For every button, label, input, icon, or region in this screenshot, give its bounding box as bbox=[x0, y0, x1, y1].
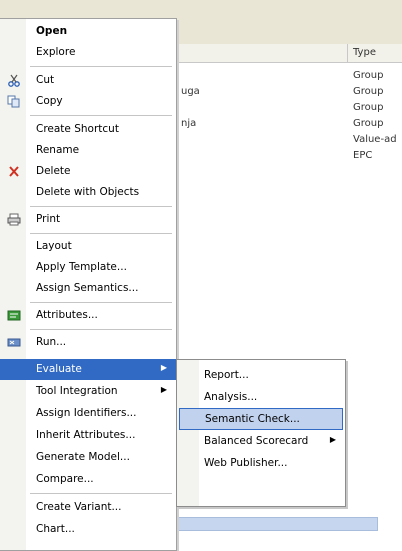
menu-item-rename[interactable]: Rename bbox=[0, 140, 176, 161]
menu-item-label: Inherit Attributes... bbox=[36, 429, 136, 441]
menu-item-evaluate[interactable]: Evaluate ▶ bbox=[0, 359, 176, 380]
menu-item-label: Rename bbox=[36, 144, 80, 156]
row-type: Group bbox=[353, 86, 384, 97]
menu-item-label: Apply Template... bbox=[36, 261, 127, 273]
list-row[interactable]: Value-ad bbox=[177, 134, 402, 148]
menu-item-assign-semantics[interactable]: Assign Semantics... bbox=[0, 278, 176, 299]
menu-item-label: Compare... bbox=[36, 473, 94, 485]
list-row[interactable]: Group bbox=[177, 102, 402, 116]
menu-separator bbox=[30, 66, 172, 67]
submenu-arrow-icon: ▶ bbox=[160, 385, 167, 394]
menu-item-label: Assign Semantics... bbox=[36, 282, 139, 294]
menu-item-copy[interactable]: Copy bbox=[0, 91, 176, 112]
menu-item-label: Assign Identifiers... bbox=[36, 407, 137, 419]
menu-item-run[interactable]: Run... bbox=[0, 332, 176, 353]
delete-x-icon bbox=[7, 165, 21, 178]
menu-item-open[interactable]: Open bbox=[0, 21, 176, 42]
menu-item-label: Create Shortcut bbox=[36, 123, 119, 135]
horizontal-scrollbar[interactable] bbox=[176, 517, 378, 531]
menu-item-label: Cut bbox=[36, 74, 55, 86]
row-type: Value-ad bbox=[353, 134, 397, 145]
printer-icon bbox=[7, 213, 21, 226]
menu-item-label: Delete with Objects bbox=[36, 186, 140, 198]
submenu-item-semantic-check[interactable]: Semantic Check... bbox=[179, 408, 343, 430]
menu-item-apply-template[interactable]: Apply Template... bbox=[0, 257, 176, 278]
row-name: uga bbox=[181, 86, 200, 97]
row-type: EPC bbox=[353, 150, 373, 161]
row-type: Group bbox=[353, 102, 384, 113]
submenu-arrow-icon: ▶ bbox=[160, 363, 167, 372]
submenu-arrow-icon: ▶ bbox=[329, 435, 336, 444]
menu-item-label: Attributes... bbox=[36, 309, 98, 321]
list-row[interactable]: uga Group bbox=[177, 86, 402, 100]
menu-item-delete-with-objects[interactable]: Delete with Objects bbox=[0, 182, 176, 203]
menu-item-inherit-attributes[interactable]: Inherit Attributes... bbox=[0, 425, 176, 446]
menu-item-label: Evaluate bbox=[36, 363, 82, 375]
submenu-item-analysis[interactable]: Analysis... bbox=[177, 386, 345, 408]
menu-separator bbox=[30, 233, 172, 234]
menu-item-label: Delete bbox=[36, 165, 71, 177]
context-menu: Open Explore Cut Copy Create Shortcut Re… bbox=[0, 18, 177, 551]
type-column-header[interactable]: Type bbox=[353, 47, 376, 58]
menu-item-label: Print bbox=[36, 213, 61, 225]
submenu-item-web-publisher[interactable]: Web Publisher... bbox=[177, 452, 345, 474]
menu-item-label: Tool Integration bbox=[36, 385, 118, 397]
submenu-item-label: Balanced Scorecard bbox=[204, 435, 309, 447]
menu-item-label: Layout bbox=[36, 240, 72, 252]
menu-separator bbox=[30, 493, 172, 494]
submenu-item-label: Report... bbox=[204, 369, 249, 381]
menu-item-explore[interactable]: Explore bbox=[0, 42, 176, 63]
menu-separator bbox=[30, 329, 172, 330]
menu-item-assign-identifiers[interactable]: Assign Identifiers... bbox=[0, 403, 176, 424]
menu-item-label: Copy bbox=[36, 95, 63, 107]
menu-item-label: Open bbox=[36, 25, 68, 37]
menu-item-cut[interactable]: Cut bbox=[0, 70, 176, 91]
menu-item-attributes[interactable]: Attributes... bbox=[0, 305, 176, 326]
list-row[interactable]: Group bbox=[177, 70, 402, 84]
submenu-item-balanced-scorecard[interactable]: Balanced Scorecard ▶ bbox=[177, 430, 345, 452]
attributes-icon bbox=[7, 309, 21, 322]
menu-item-create-variant[interactable]: Create Variant... bbox=[0, 497, 176, 518]
list-header: Type bbox=[177, 44, 402, 63]
column-separator[interactable] bbox=[347, 44, 348, 62]
run-icon bbox=[7, 336, 21, 349]
menu-separator bbox=[30, 206, 172, 207]
row-type: Group bbox=[353, 118, 384, 129]
menu-item-layout[interactable]: Layout bbox=[0, 236, 176, 257]
menu-item-delete[interactable]: Delete bbox=[0, 161, 176, 182]
row-name: nja bbox=[181, 118, 197, 129]
menu-item-compare[interactable]: Compare... bbox=[0, 469, 176, 490]
submenu-item-report[interactable]: Report... bbox=[177, 364, 345, 386]
menu-item-tool-integration[interactable]: Tool Integration ▶ bbox=[0, 381, 176, 402]
menu-item-label: Create Variant... bbox=[36, 501, 122, 513]
submenu-item-label: Web Publisher... bbox=[204, 457, 288, 469]
list-row[interactable]: nja Group bbox=[177, 118, 402, 132]
menu-item-label: Generate Model... bbox=[36, 451, 130, 463]
copy-icon bbox=[7, 95, 21, 108]
list-row[interactable]: EPC bbox=[177, 150, 402, 164]
menu-item-label: Run... bbox=[36, 336, 67, 348]
scissors-icon bbox=[7, 74, 21, 87]
submenu-item-label: Semantic Check... bbox=[205, 413, 300, 425]
menu-item-chart[interactable]: Chart... bbox=[0, 519, 176, 540]
submenu-item-label: Analysis... bbox=[204, 391, 258, 403]
row-type: Group bbox=[353, 70, 384, 81]
menu-item-create-shortcut[interactable]: Create Shortcut bbox=[0, 119, 176, 140]
menu-item-label: Explore bbox=[36, 46, 76, 58]
menu-separator bbox=[30, 302, 172, 303]
evaluate-submenu: Report... Analysis... Semantic Check... … bbox=[176, 359, 346, 507]
menu-item-generate-model[interactable]: Generate Model... bbox=[0, 447, 176, 468]
menu-item-label: Chart... bbox=[36, 523, 75, 535]
menu-separator bbox=[30, 115, 172, 116]
menu-item-print[interactable]: Print bbox=[0, 209, 176, 230]
